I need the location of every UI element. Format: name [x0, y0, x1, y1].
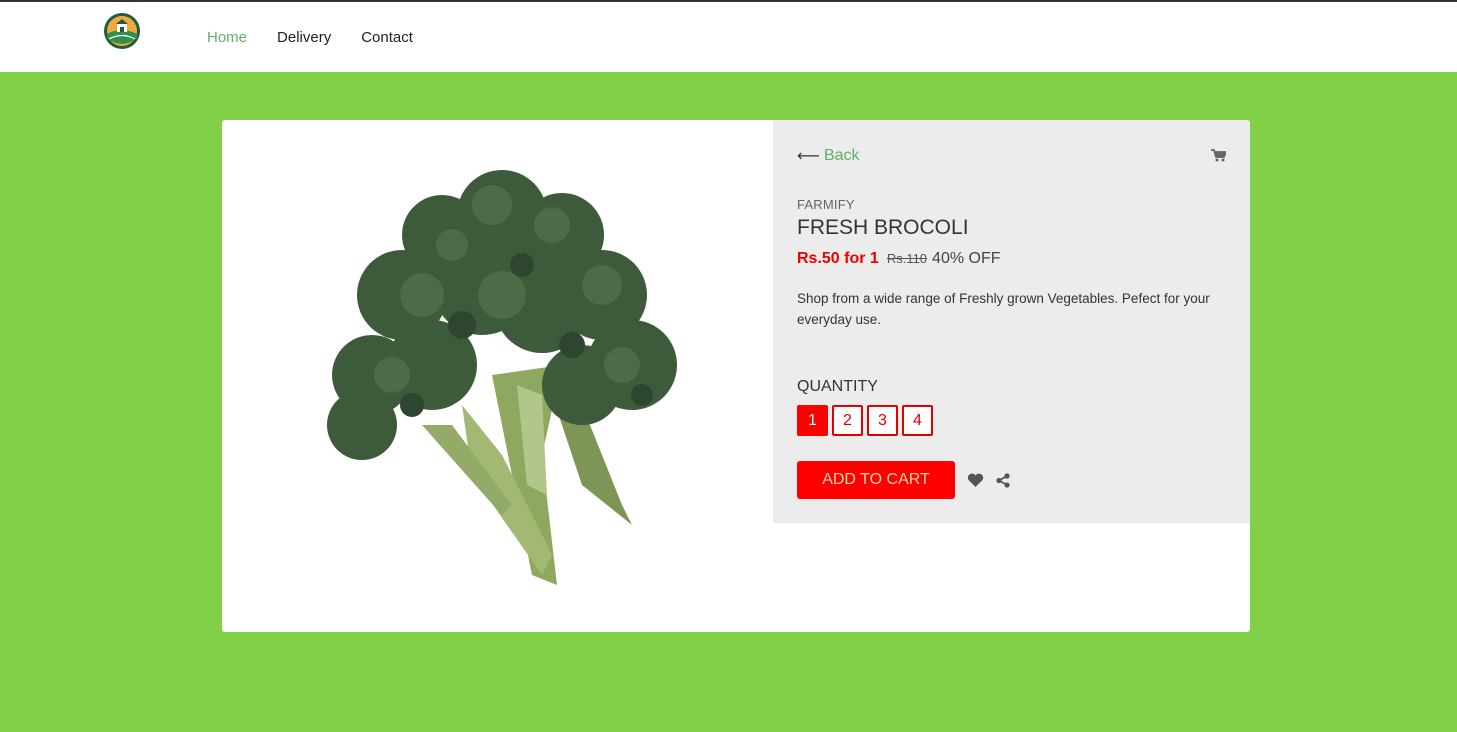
- product-description: Shop from a wide range of Freshly grown …: [797, 291, 1210, 327]
- product-image: [222, 120, 773, 632]
- quantity-label: QUANTITY: [797, 378, 878, 395]
- action-row: ADD TO CART: [797, 461, 1010, 499]
- logo-icon[interactable]: [103, 12, 141, 50]
- product-card: ⟵ Back FARMIFY FRESH BROCOLI Rs.50 for 1…: [222, 120, 1250, 632]
- product-title: FRESH BROCOLI: [797, 216, 969, 239]
- discount-label: 40% OFF: [932, 250, 1001, 267]
- back-label: Back: [823, 147, 860, 164]
- quantity-option-2[interactable]: 2: [832, 405, 863, 436]
- add-to-cart-button[interactable]: ADD TO CART: [797, 461, 955, 499]
- quantity-option-3[interactable]: 3: [867, 405, 898, 436]
- product-details-panel: ⟵ Back FARMIFY FRESH BROCOLI Rs.50 for 1…: [773, 120, 1250, 523]
- heart-icon[interactable]: [967, 473, 984, 488]
- price-row: Rs.50 for 1 Rs.110 40% OFF: [797, 250, 1001, 268]
- share-icon[interactable]: [996, 472, 1010, 488]
- broccoli-image: [327, 170, 677, 585]
- quantity-selector: 1 2 3 4: [797, 405, 933, 436]
- main-nav: Home Delivery Contact: [207, 29, 413, 46]
- cart-icon[interactable]: [1211, 149, 1228, 167]
- quantity-option-4[interactable]: 4: [902, 405, 933, 436]
- top-navbar: Home Delivery Contact: [0, 0, 1457, 72]
- old-price: Rs.110: [886, 251, 928, 266]
- product-brand: FARMIFY: [797, 197, 855, 212]
- back-link[interactable]: ⟵ Back: [797, 146, 860, 166]
- nav-delivery[interactable]: Delivery: [277, 29, 331, 46]
- quantity-option-1[interactable]: 1: [797, 405, 828, 436]
- nav-home[interactable]: Home: [207, 29, 247, 46]
- back-arrow-icon: ⟵: [797, 148, 820, 165]
- nav-contact[interactable]: Contact: [361, 29, 413, 46]
- current-price: Rs.50 for 1: [797, 250, 879, 267]
